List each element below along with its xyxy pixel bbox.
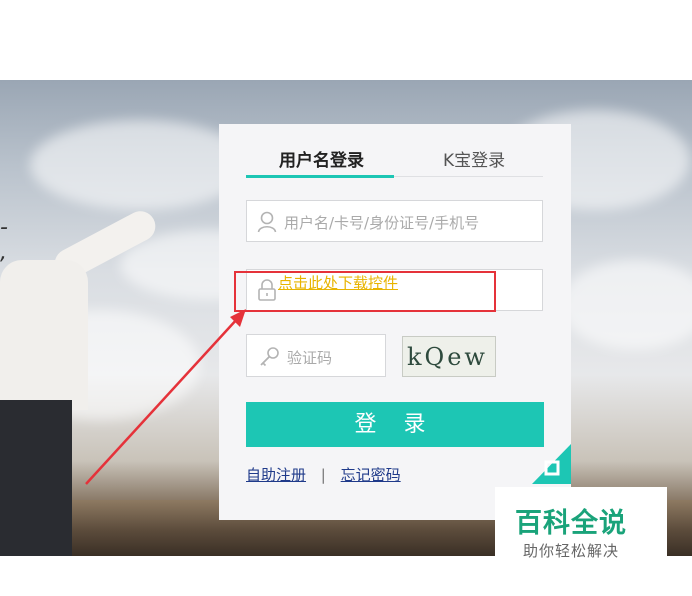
watermark: 百科全说 助你轻松解决 (495, 487, 667, 567)
watermark-logo: 百科全说 (515, 508, 627, 539)
watermark-slogan: 助你轻松解决 (523, 542, 620, 560)
